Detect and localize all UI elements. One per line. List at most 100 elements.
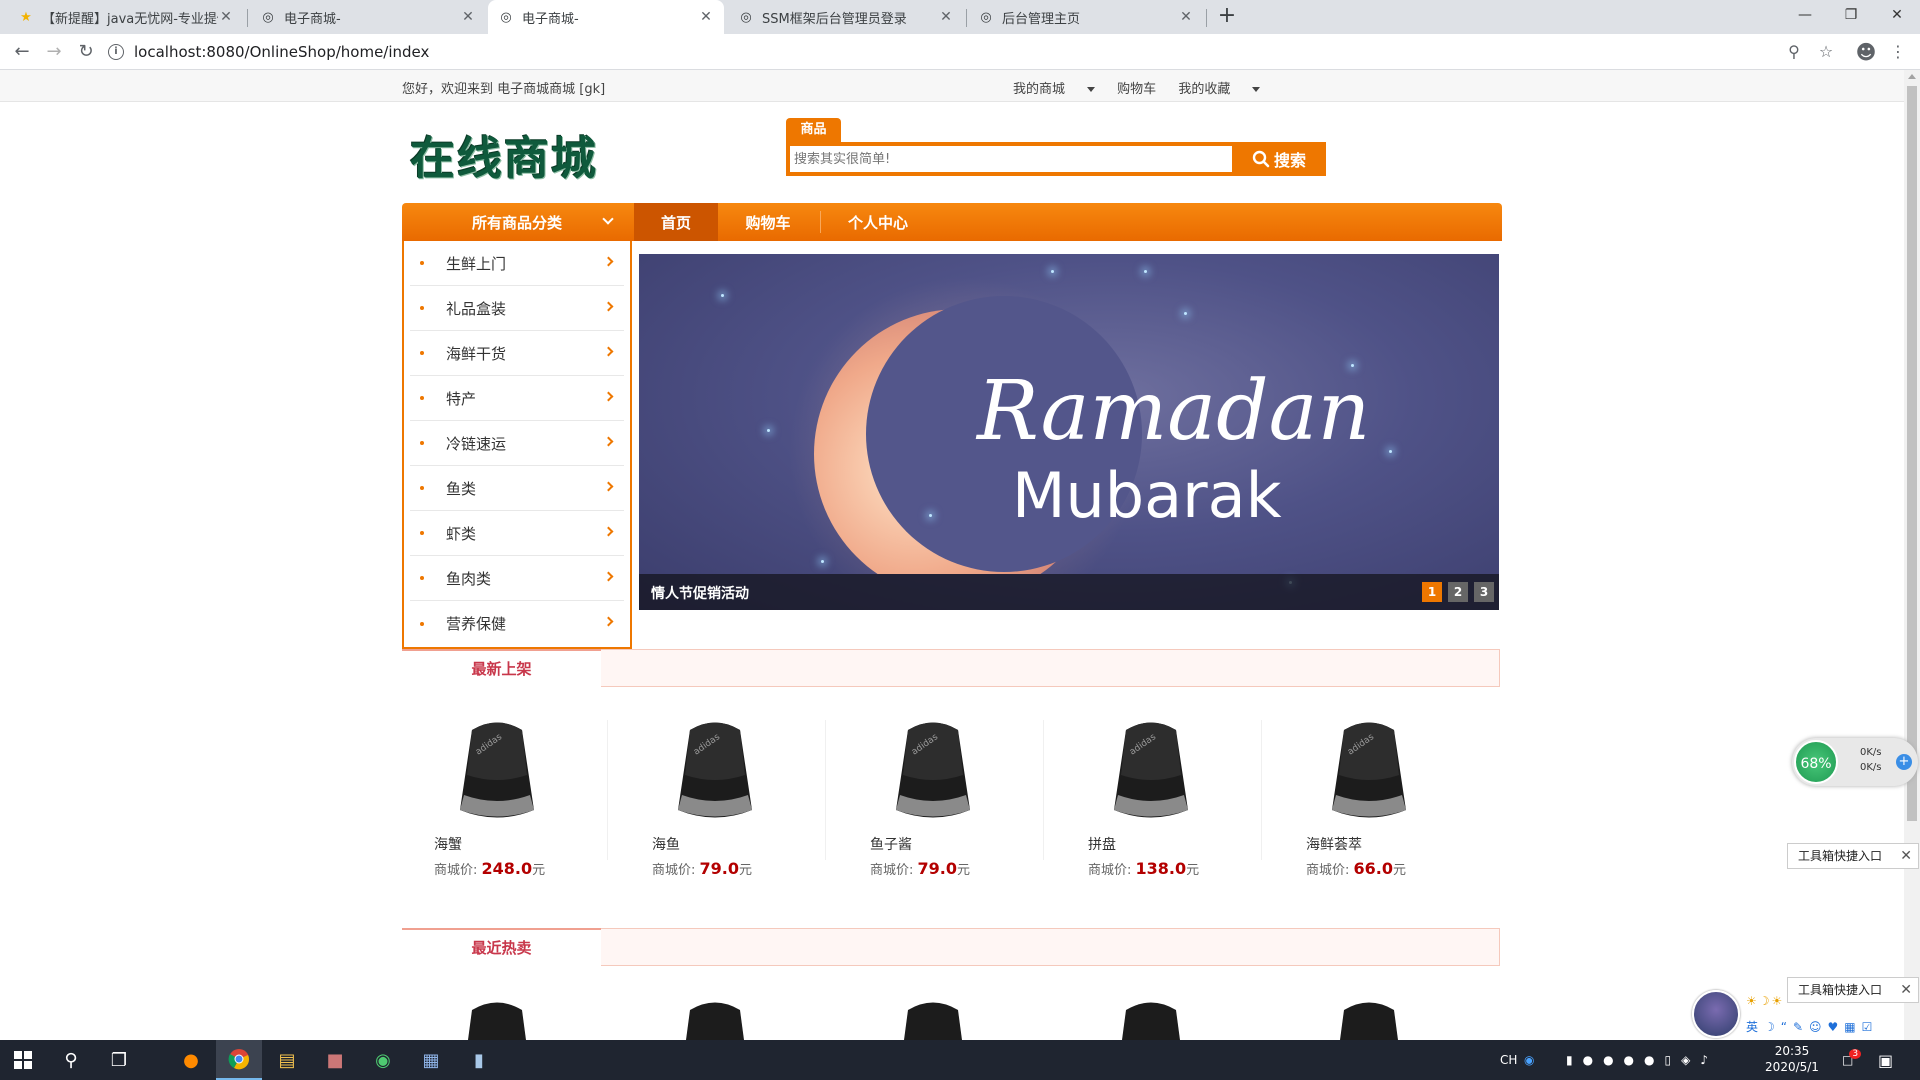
- firefox-icon[interactable]: ●: [168, 1040, 214, 1080]
- browser-app-icon[interactable]: ◉: [360, 1040, 406, 1080]
- banner-slider[interactable]: Ramadan Mubarak 情人节促销活动 1 2 3: [639, 254, 1499, 610]
- my-shop-link[interactable]: 我的商城: [1013, 82, 1096, 97]
- backpack-image-partial: [468, 1002, 526, 1040]
- nav-cart[interactable]: 购物车: [718, 203, 818, 241]
- task-view-icon[interactable]: ❐: [96, 1040, 142, 1080]
- back-icon[interactable]: ←: [8, 38, 36, 66]
- notepad-icon[interactable]: ▮: [456, 1040, 502, 1080]
- toolbox-shortcut[interactable]: 工具箱快捷入口 ✕: [1787, 843, 1919, 869]
- category-item[interactable]: 虾类: [410, 511, 624, 556]
- url-field[interactable]: i localhost:8080/OnlineShop/home/index: [108, 39, 1808, 65]
- site-logo[interactable]: 在线商城: [410, 122, 598, 187]
- product-name[interactable]: 海鱼: [652, 834, 680, 854]
- product-name[interactable]: 海蟹: [434, 834, 462, 854]
- zoom-icon[interactable]: ⚲: [1782, 40, 1806, 64]
- ime-avatar-widget[interactable]: ☀☽☀ 英☽“✎☺♥▦☑: [1690, 988, 1904, 1040]
- qq-icon[interactable]: ◉: [1524, 1040, 1534, 1080]
- category-item[interactable]: 鱼类: [410, 466, 624, 511]
- section-title-hot[interactable]: 最近热卖: [402, 928, 601, 966]
- banner-caption-text: 情人节促销活动: [651, 586, 749, 602]
- close-icon[interactable]: ✕: [698, 9, 714, 25]
- banner-page-1[interactable]: 1: [1422, 582, 1442, 602]
- section-title-newest[interactable]: 最新上架: [402, 649, 601, 687]
- scroll-up-icon: [1908, 74, 1916, 79]
- category-item[interactable]: 海鲜干货: [410, 331, 624, 376]
- browser-tab-active[interactable]: ◎ 电子商城- ✕: [488, 0, 724, 34]
- search-tab-goods[interactable]: 商品: [786, 118, 841, 142]
- close-icon[interactable]: ✕: [218, 9, 234, 25]
- favorites-link[interactable]: 我的收藏: [1178, 82, 1261, 97]
- ime-toolbar-icons[interactable]: 英☽“✎☺♥▦☑: [1746, 1018, 1878, 1035]
- ime-indicator[interactable]: CH: [1500, 1040, 1517, 1080]
- reload-icon[interactable]: ↻: [72, 38, 100, 66]
- product-card[interactable]: adidas 海鱼 商城价: 79.0元: [620, 705, 830, 895]
- banner-page-3[interactable]: 3: [1474, 582, 1494, 602]
- close-icon[interactable]: ✕: [460, 9, 476, 25]
- profile-icon[interactable]: ☻: [1854, 40, 1878, 64]
- menu-icon[interactable]: ⋮: [1886, 40, 1910, 64]
- product-card[interactable]: adidas 海鲜荟萃 商城价: 66.0元: [1274, 705, 1484, 895]
- windows-taskbar: ⚲ ❐ ● ▤ ■ ◉ ▦ ▮ CH ◉ ▮●●●●▯◈♪ 20:35 2020…: [0, 1040, 1920, 1080]
- new-tab-button[interactable]: +: [1214, 4, 1240, 30]
- product-name[interactable]: 拼盘: [1088, 834, 1116, 854]
- category-item[interactable]: 生鲜上门: [410, 241, 624, 286]
- page-viewport: 您好，欢迎来到 电子商城商城 [gk] 我的商城 购物车 我的收藏 在线商城 商…: [0, 70, 1904, 1040]
- globe-icon: ◎: [500, 9, 512, 25]
- tab-title: SSM框架后台管理员登录: [762, 11, 907, 27]
- notifications-icon[interactable]: □ 3: [1842, 1040, 1862, 1080]
- plus-icon[interactable]: +: [1896, 754, 1912, 770]
- search-input[interactable]: [790, 146, 1232, 172]
- network-speed-widget[interactable]: 68% 0K/s 0K/s +: [1792, 738, 1918, 786]
- category-item[interactable]: 特产: [410, 376, 624, 421]
- product-card[interactable]: adidas 海蟹 商城价: 248.0元: [402, 705, 612, 895]
- file-explorer-icon[interactable]: ▤: [264, 1040, 310, 1080]
- product-price: 商城价: 248.0元: [434, 859, 546, 878]
- product-price: 商城价: 66.0元: [1306, 859, 1407, 878]
- action-center-icon[interactable]: ▣: [1878, 1040, 1893, 1080]
- browser-tab[interactable]: ★ 【新提醒】java无忧网-专业提供 ✕: [8, 0, 244, 34]
- info-icon[interactable]: i: [108, 44, 124, 60]
- page-scrollbar[interactable]: [1904, 70, 1920, 1040]
- chrome-icon[interactable]: [216, 1040, 262, 1080]
- minimize-icon[interactable]: —: [1782, 0, 1828, 30]
- search-icon[interactable]: ⚲: [48, 1040, 94, 1080]
- avatar[interactable]: [1692, 990, 1740, 1038]
- close-icon[interactable]: ✕: [938, 9, 954, 25]
- browser-tab[interactable]: ◎ 电子商城- ✕: [250, 0, 486, 34]
- category-item[interactable]: 鱼肉类: [410, 556, 624, 601]
- all-categories-button[interactable]: 所有商品分类: [402, 203, 632, 241]
- clock-date: 2020/5/1: [1765, 1060, 1819, 1074]
- app-icon[interactable]: ■: [312, 1040, 358, 1080]
- banner-page-2[interactable]: 2: [1448, 582, 1468, 602]
- tray-icons[interactable]: ▮●●●●▯◈♪: [1566, 1040, 1718, 1080]
- globe-icon: ◎: [740, 9, 752, 25]
- product-card[interactable]: adidas 拼盘 商城价: 138.0元: [1056, 705, 1266, 895]
- forward-icon[interactable]: →: [40, 38, 68, 66]
- chevron-right-icon: [603, 616, 614, 627]
- search-button[interactable]: 搜索: [1232, 142, 1326, 176]
- product-card[interactable]: adidas 鱼子酱 商城价: 79.0元: [838, 705, 1048, 895]
- browser-tab[interactable]: ◎ SSM框架后台管理员登录 ✕: [728, 0, 964, 34]
- restore-icon[interactable]: ❐: [1828, 0, 1874, 30]
- product-name[interactable]: 海鲜荟萃: [1306, 834, 1362, 854]
- nav-home[interactable]: 首页: [634, 203, 718, 241]
- category-item[interactable]: 礼品盒装: [410, 286, 624, 331]
- browser-tab[interactable]: ◎ 后台管理主页 ✕: [968, 0, 1204, 34]
- close-icon[interactable]: ✕: [1900, 844, 1912, 868]
- cart-link[interactable]: 购物车: [1117, 82, 1156, 97]
- tab-title: 【新提醒】java无忧网-专业提供: [42, 11, 218, 27]
- download-speed: 0K/s: [1860, 762, 1882, 773]
- nav-personal-center[interactable]: 个人中心: [822, 203, 934, 241]
- category-item[interactable]: 营养保健: [410, 601, 624, 646]
- close-icon[interactable]: ✕: [1178, 9, 1194, 25]
- product-name[interactable]: 鱼子酱: [870, 834, 912, 854]
- weather-icons: ☀☽☀: [1746, 994, 1785, 1008]
- window-close-icon[interactable]: ✕: [1874, 0, 1920, 30]
- system-clock[interactable]: 20:35 2020/5/1: [1752, 1043, 1832, 1075]
- chevron-right-icon: [603, 571, 614, 582]
- bookmark-star-icon[interactable]: ☆: [1814, 40, 1838, 64]
- banner-line-2: Mubarak: [1012, 459, 1282, 532]
- category-item[interactable]: 冷链速运: [410, 421, 624, 466]
- windows-start-icon[interactable]: [0, 1040, 46, 1080]
- app-icon[interactable]: ▦: [408, 1040, 454, 1080]
